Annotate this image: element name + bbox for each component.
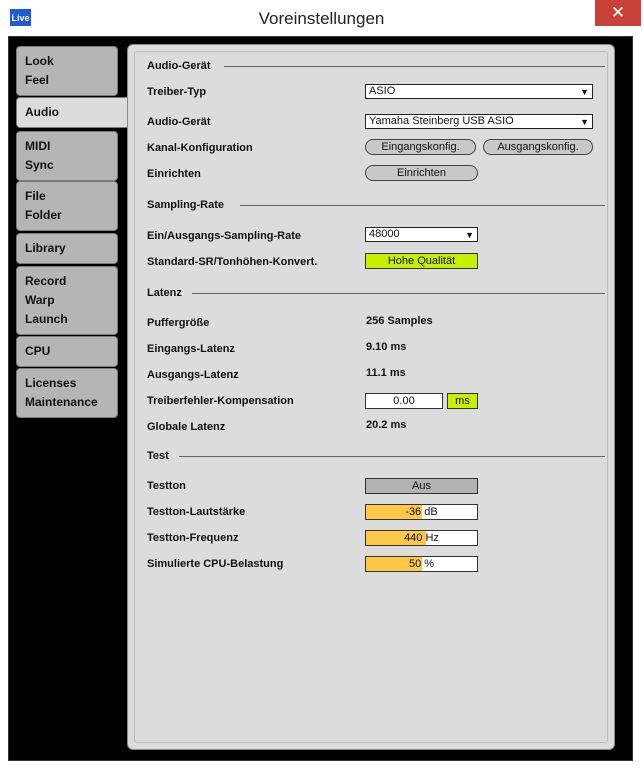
sidebar-tab-label: Audio xyxy=(25,105,59,119)
sidebar-tab-label: Library xyxy=(25,241,66,255)
sidebar-tab-record[interactable]: Record Warp Launch xyxy=(16,266,118,335)
driver-compensation-value: 0.00 xyxy=(393,395,415,407)
sidebar-tab-library[interactable]: Library xyxy=(16,233,118,264)
close-button[interactable]: ✕ xyxy=(595,0,641,26)
global-latency-label: Globale Latenz xyxy=(147,421,226,433)
sidebar-tab-licenses[interactable]: Licenses Maintenance xyxy=(16,368,118,418)
sidebar-tab-label: Maintenance xyxy=(25,395,98,409)
compensation-unit-toggle[interactable]: ms xyxy=(447,393,478,409)
sidebar-tab-cpu[interactable]: CPU xyxy=(16,336,118,367)
cpu-load-value: 50 % xyxy=(408,558,435,570)
test-volume-value: -36 dB xyxy=(405,506,438,518)
dropdown-arrow-icon: ▼ xyxy=(580,117,589,127)
sidebar-tab-label: CPU xyxy=(25,344,51,358)
dropdown-arrow-icon: ▼ xyxy=(580,87,589,97)
channel-config-label: Kanal-Konfiguration xyxy=(147,142,253,154)
sidebar-tab-label: Sync xyxy=(25,158,54,172)
cpu-load-slider[interactable]: 50 % xyxy=(365,556,478,572)
driver-type-label: Treiber-Typ xyxy=(147,86,207,98)
audio-device-label: Audio-Gerät xyxy=(147,116,211,128)
input-config-button[interactable]: Eingangskonfig. xyxy=(365,139,476,155)
output-latency-value: 11.1 ms xyxy=(366,367,406,379)
driver-type-select[interactable]: ASIO ▼ xyxy=(365,84,593,99)
test-frequency-slider[interactable]: 440 Hz xyxy=(365,530,478,546)
section-sampling-rate: Sampling-Rate xyxy=(147,199,225,211)
audio-device-value: Yamaha Steinberg USB ASIO xyxy=(369,115,514,127)
sidebar-tab-midi[interactable]: MIDI Sync xyxy=(16,131,118,181)
cpu-load-label: Simulierte CPU-Belastung xyxy=(147,558,284,570)
dropdown-arrow-icon: ▼ xyxy=(465,230,474,240)
output-config-button[interactable]: Ausgangskonfig. xyxy=(483,139,593,155)
buffer-size-label: Puffergröße xyxy=(147,317,210,329)
sidebar-tab-file[interactable]: File Folder xyxy=(16,181,118,231)
sr-conversion-label: Standard-SR/Tonhöhen-Konvert. xyxy=(147,256,318,268)
window-title: Voreinstellungen xyxy=(258,9,385,28)
sidebar-tab-label: Look xyxy=(25,54,54,68)
title-bar: Live Voreinstellungen ✕ xyxy=(0,0,643,36)
compensation-unit: ms xyxy=(455,395,470,407)
close-icon: ✕ xyxy=(610,3,626,22)
section-divider xyxy=(224,66,605,67)
sidebar-tab-label: File xyxy=(25,189,46,203)
test-volume-label: Testton-Lautstärke xyxy=(147,506,246,518)
driver-compensation-input[interactable]: 0.00 xyxy=(365,393,443,409)
input-latency-value: 9.10 ms xyxy=(366,341,407,353)
sampling-rate-select[interactable]: 48000 ▼ xyxy=(365,227,478,242)
global-latency-value: 20.2 ms xyxy=(366,419,407,431)
section-divider xyxy=(192,293,605,294)
section-audio-device: Audio-Gerät xyxy=(147,60,211,72)
sidebar-tab-label: Folder xyxy=(25,208,62,222)
test-frequency-value: 440 Hz xyxy=(404,532,439,544)
audio-device-select[interactable]: Yamaha Steinberg USB ASIO ▼ xyxy=(365,114,593,129)
sampling-rate-value: 48000 xyxy=(369,228,400,240)
test-tone-toggle[interactable]: Aus xyxy=(365,478,478,494)
setup-label: Einrichten xyxy=(147,168,201,180)
section-test: Test xyxy=(147,450,169,462)
section-divider xyxy=(240,205,605,206)
sidebar-tab-label: Launch xyxy=(25,312,68,326)
sr-conversion-toggle[interactable]: Hohe Qualität xyxy=(365,253,478,269)
sidebar-tab-label: MIDI xyxy=(25,139,51,153)
section-latency: Latenz xyxy=(147,287,182,299)
section-divider xyxy=(179,456,605,457)
sampling-rate-label: Ein/Ausgangs-Sampling-Rate xyxy=(147,230,302,242)
test-tone-label: Testton xyxy=(147,480,186,492)
driver-type-value: ASIO xyxy=(369,85,396,97)
output-latency-label: Ausgangs-Latenz xyxy=(147,369,239,381)
sidebar-tab-label: Record xyxy=(25,274,67,288)
sidebar-tab-label: Feel xyxy=(25,73,50,87)
sidebar-tab-audio[interactable]: Audio xyxy=(16,97,128,128)
test-volume-slider[interactable]: -36 dB xyxy=(365,504,478,520)
sr-conversion-value: Hohe Qualität xyxy=(387,255,456,267)
test-tone-value: Aus xyxy=(412,480,431,492)
input-latency-label: Eingangs-Latenz xyxy=(147,343,236,355)
setup-button[interactable]: Einrichten xyxy=(365,165,478,181)
test-frequency-label: Testton-Frequenz xyxy=(147,532,239,544)
sidebar-tab-label: Licenses xyxy=(25,376,77,390)
driver-compensation-label: Treiberfehler-Kompensation xyxy=(147,395,294,407)
sidebar-tab-label: Warp xyxy=(25,293,55,307)
sidebar-tab-look[interactable]: Look Feel xyxy=(16,46,118,96)
buffer-size-value[interactable]: 256 Samples xyxy=(366,315,433,327)
